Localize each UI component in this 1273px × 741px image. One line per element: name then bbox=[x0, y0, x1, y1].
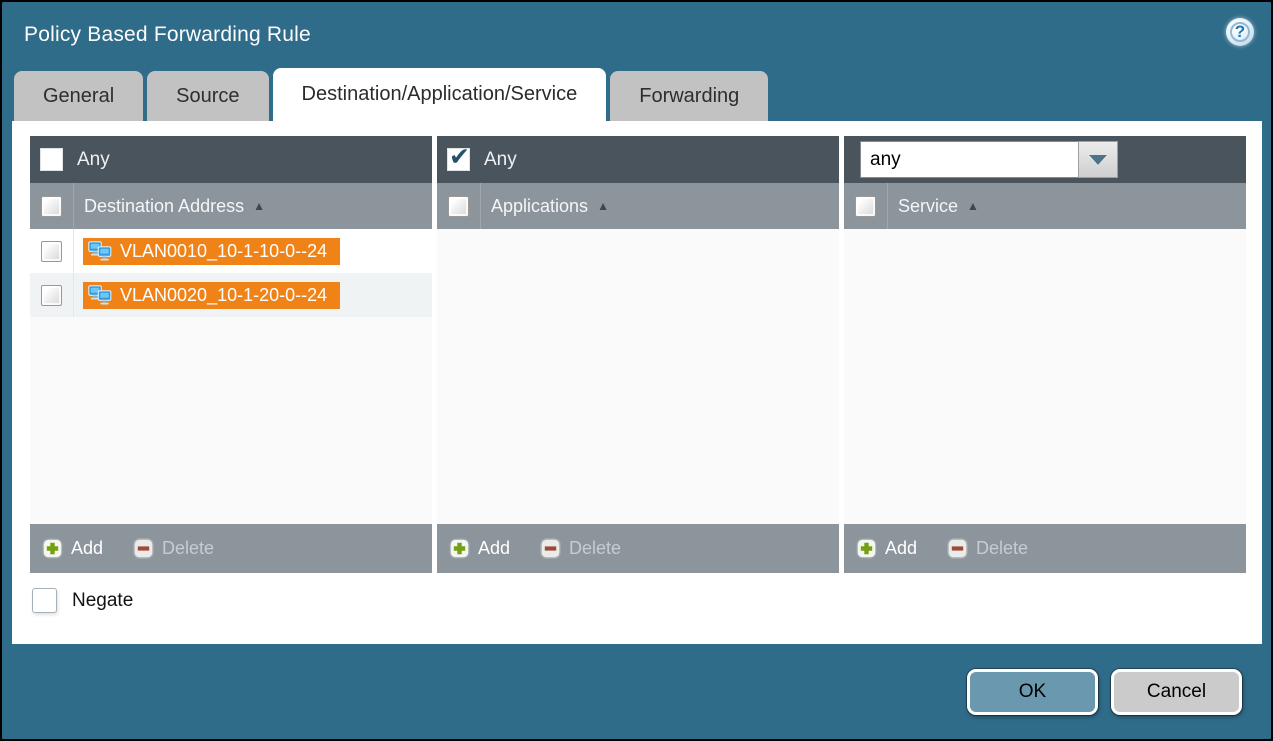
destination-header-label: Destination Address bbox=[84, 196, 244, 217]
tab-destination-application-service[interactable]: Destination/Application/Service bbox=[273, 68, 607, 121]
service-header-gutter bbox=[844, 183, 888, 229]
delete-button-label: Delete bbox=[976, 538, 1028, 559]
delete-button[interactable]: Delete bbox=[540, 538, 621, 559]
add-button-label: Add bbox=[71, 538, 103, 559]
tab-strip: General Source Destination/Application/S… bbox=[14, 68, 768, 121]
applications-any-checkbox[interactable] bbox=[447, 148, 470, 171]
tab-source[interactable]: Source bbox=[147, 71, 268, 121]
sort-asc-icon[interactable]: ▲ bbox=[253, 199, 265, 213]
row-checkbox[interactable] bbox=[41, 285, 62, 306]
applications-column-header[interactable]: Applications ▲ bbox=[437, 183, 839, 229]
delete-button-label: Delete bbox=[569, 538, 621, 559]
service-dropdown-bar: any bbox=[844, 136, 1246, 183]
applications-select-all-checkbox[interactable] bbox=[448, 196, 469, 217]
address-object-chip[interactable]: VLAN0010_10-1-10-0--24 bbox=[83, 238, 340, 265]
destination-list: VLAN0010_10-1-10-0--24 bbox=[30, 229, 432, 524]
destination-toolbar: Add Delete bbox=[30, 524, 432, 573]
tab-forwarding-label: Forwarding bbox=[639, 85, 739, 108]
applications-header-label: Applications bbox=[491, 196, 588, 217]
tab-destination-label: Destination/Application/Service bbox=[302, 83, 578, 106]
tab-content-area: Any Destination Address ▲ bbox=[12, 121, 1262, 644]
add-button[interactable]: Add bbox=[42, 538, 103, 559]
delete-button[interactable]: Delete bbox=[947, 538, 1028, 559]
applications-any-bar: Any bbox=[437, 136, 839, 183]
ok-button[interactable]: OK bbox=[967, 669, 1098, 715]
tab-source-label: Source bbox=[176, 85, 239, 108]
cancel-button[interactable]: Cancel bbox=[1111, 669, 1242, 715]
add-plus-icon bbox=[42, 538, 63, 559]
destination-any-label: Any bbox=[77, 149, 110, 171]
add-button[interactable]: Add bbox=[449, 538, 510, 559]
service-dropdown[interactable]: any bbox=[860, 141, 1118, 178]
add-plus-icon bbox=[449, 538, 470, 559]
service-dropdown-button[interactable] bbox=[1078, 141, 1118, 178]
delete-minus-icon bbox=[947, 538, 968, 559]
applications-panel: Any Applications ▲ Add bbox=[437, 136, 839, 573]
add-plus-icon bbox=[856, 538, 877, 559]
applications-toolbar: Add Delete bbox=[437, 524, 839, 573]
help-icon-glyph: ? bbox=[1235, 22, 1245, 42]
address-object-label: VLAN0010_10-1-10-0--24 bbox=[120, 241, 327, 262]
service-toolbar: Add Delete bbox=[844, 524, 1246, 573]
destination-address-panel: Any Destination Address ▲ bbox=[30, 136, 432, 573]
network-address-icon bbox=[88, 285, 113, 306]
sort-asc-icon[interactable]: ▲ bbox=[967, 199, 979, 213]
destination-column-header[interactable]: Destination Address ▲ bbox=[30, 183, 432, 229]
table-row[interactable]: VLAN0010_10-1-10-0--24 bbox=[30, 229, 432, 273]
applications-header-gutter bbox=[437, 183, 481, 229]
destination-any-checkbox[interactable] bbox=[40, 148, 63, 171]
tab-forwarding[interactable]: Forwarding bbox=[610, 71, 768, 121]
tab-general[interactable]: General bbox=[14, 71, 143, 121]
dialog-title: Policy Based Forwarding Rule bbox=[24, 23, 311, 47]
tab-general-label: General bbox=[43, 85, 114, 108]
sort-asc-icon[interactable]: ▲ bbox=[597, 199, 609, 213]
add-button-label: Add bbox=[478, 538, 510, 559]
service-select-all-checkbox[interactable] bbox=[855, 196, 876, 217]
help-icon[interactable]: ? bbox=[1226, 18, 1254, 46]
chevron-down-icon bbox=[1089, 155, 1107, 165]
address-object-chip[interactable]: VLAN0020_10-1-20-0--24 bbox=[83, 282, 340, 309]
destination-any-bar: Any bbox=[30, 136, 432, 183]
row-gutter bbox=[30, 229, 74, 273]
add-button-label: Add bbox=[885, 538, 917, 559]
table-row[interactable]: VLAN0020_10-1-20-0--24 bbox=[30, 273, 432, 317]
delete-button-label: Delete bbox=[162, 538, 214, 559]
service-panel: any Service ▲ bbox=[844, 136, 1246, 573]
negate-row: Negate bbox=[32, 588, 1262, 613]
policy-based-forwarding-dialog: Policy Based Forwarding Rule ? General S… bbox=[0, 0, 1273, 741]
service-column-header[interactable]: Service ▲ bbox=[844, 183, 1246, 229]
network-address-icon bbox=[88, 241, 113, 262]
destination-header-gutter bbox=[30, 183, 74, 229]
service-dropdown-value[interactable]: any bbox=[860, 141, 1078, 178]
destination-select-all-checkbox[interactable] bbox=[41, 196, 62, 217]
negate-checkbox[interactable] bbox=[32, 588, 57, 613]
add-button[interactable]: Add bbox=[856, 538, 917, 559]
delete-minus-icon bbox=[540, 538, 561, 559]
applications-list bbox=[437, 229, 839, 524]
negate-label: Negate bbox=[72, 590, 133, 612]
service-header-label: Service bbox=[898, 196, 958, 217]
delete-button[interactable]: Delete bbox=[133, 538, 214, 559]
delete-minus-icon bbox=[133, 538, 154, 559]
row-gutter bbox=[30, 273, 74, 317]
address-object-label: VLAN0020_10-1-20-0--24 bbox=[120, 285, 327, 306]
service-list bbox=[844, 229, 1246, 524]
applications-any-label: Any bbox=[484, 149, 517, 171]
panels-container: Any Destination Address ▲ bbox=[12, 121, 1262, 573]
row-checkbox[interactable] bbox=[41, 241, 62, 262]
dialog-footer: OK Cancel bbox=[2, 644, 1271, 739]
